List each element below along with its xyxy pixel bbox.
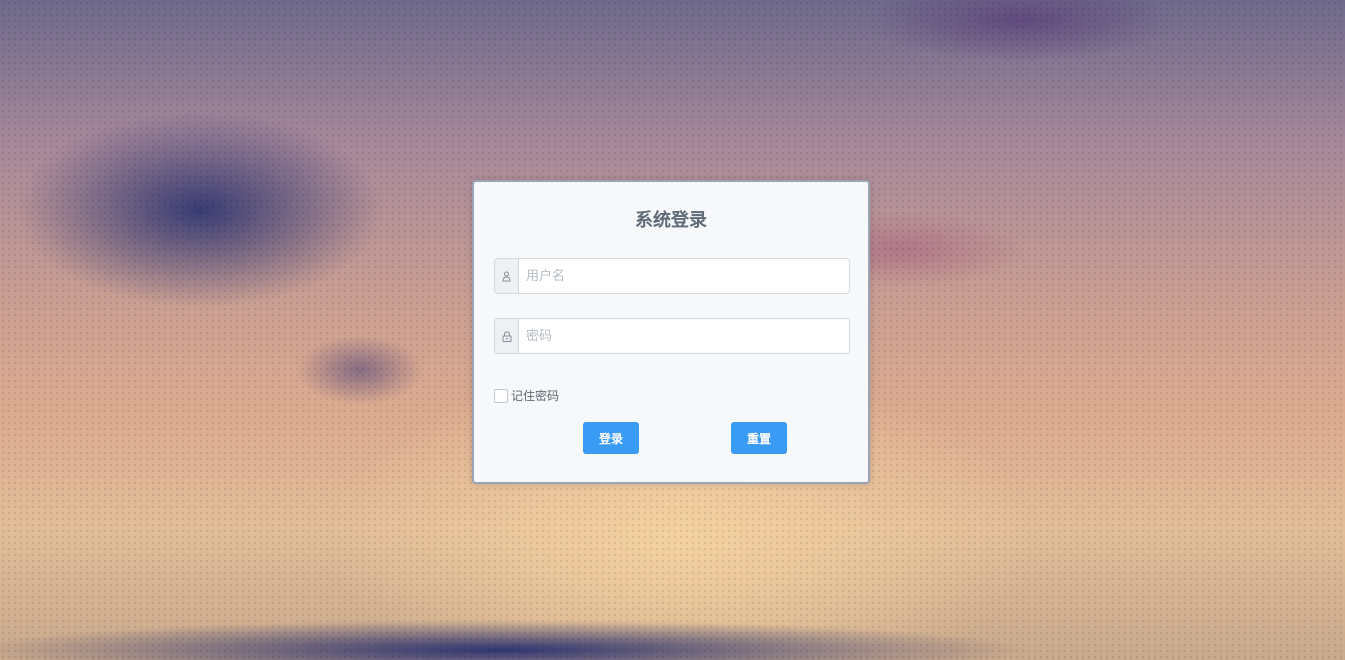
lock-icon (495, 319, 519, 353)
login-title: 系统登录 (635, 210, 707, 231)
remember-password-checkbox[interactable] (494, 388, 508, 403)
reset-button[interactable]: 重置 (731, 422, 787, 454)
password-input[interactable] (519, 319, 849, 353)
username-field[interactable] (494, 258, 850, 294)
username-input[interactable] (519, 259, 849, 293)
remember-password-label[interactable]: 记住密码 (511, 387, 559, 404)
login-panel: 系统登录 记住密码 登录 重置 (472, 180, 870, 484)
remember-password-option[interactable]: 记住密码 (494, 387, 559, 404)
login-button[interactable]: 登录 (583, 422, 639, 454)
password-field[interactable] (494, 318, 850, 354)
user-icon (495, 259, 519, 293)
